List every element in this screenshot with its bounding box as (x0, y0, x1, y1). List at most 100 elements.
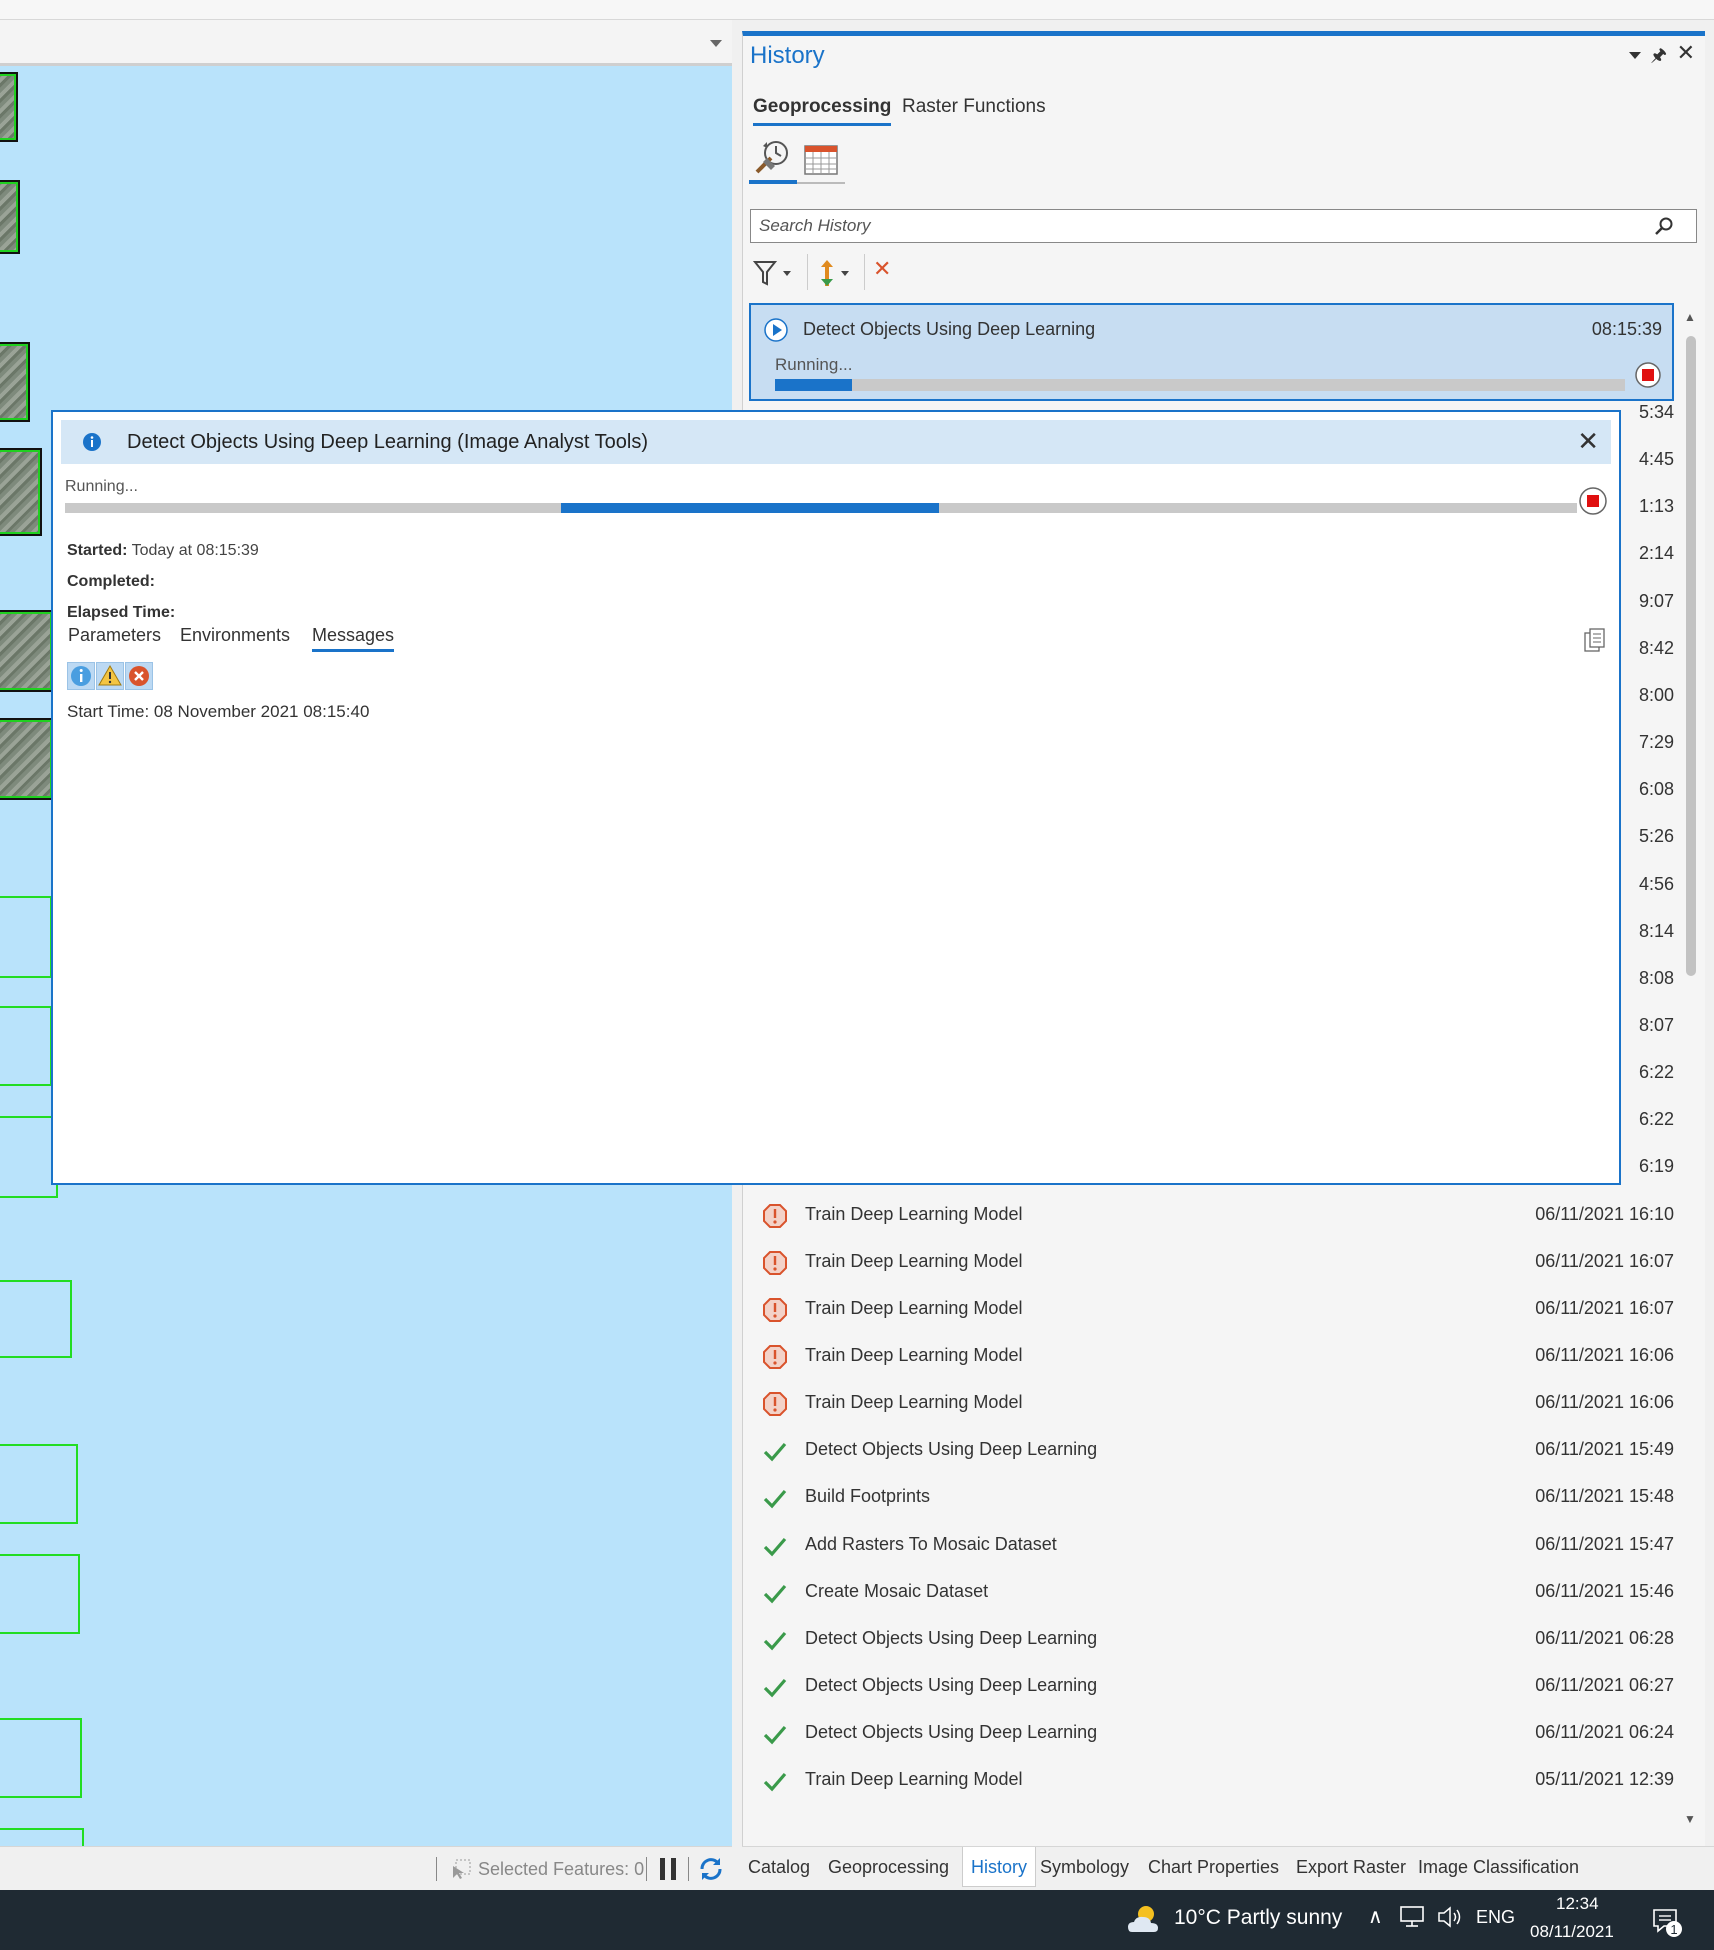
info-icon (71, 666, 91, 686)
dialog-progress-fill (560, 503, 939, 513)
tool-history-view-button[interactable] (749, 136, 797, 184)
history-item[interactable]: Train Deep Learning Model 06/11/2021 16:0… (750, 1285, 1682, 1332)
history-item[interactable]: Detect Objects Using Deep Learning 06/11/… (750, 1615, 1682, 1662)
history-item[interactable]: Train Deep Learning Model 06/11/2021 16:0… (750, 1379, 1682, 1426)
footprint-image[interactable] (0, 180, 20, 254)
footprint-image[interactable] (0, 342, 30, 422)
bottom-tab-history[interactable]: History (962, 1847, 1037, 1887)
bottom-tab-export-raster[interactable]: Export Raster (1296, 1857, 1406, 1878)
bottom-tab-geoprocessing[interactable]: Geoprocessing (828, 1857, 949, 1878)
history-item-time: 06/11/2021 15:47 (1535, 1533, 1674, 1554)
pane-title: History (750, 42, 825, 69)
footprint-outline[interactable] (0, 1280, 72, 1358)
footprint-image[interactable] (0, 718, 54, 800)
scroll-up-icon[interactable]: ▲ (1684, 310, 1696, 324)
clock-time[interactable]: 12:34 (1556, 1894, 1599, 1914)
footprint-outline[interactable] (0, 1444, 78, 1524)
pin-icon[interactable]: 🖈 (1650, 43, 1667, 73)
history-item[interactable]: Train Deep Learning Model 05/11/2021 12:3… (750, 1756, 1682, 1803)
divider (807, 254, 808, 290)
bottom-tab-image-classification[interactable]: Image Classification (1418, 1857, 1579, 1878)
success-check-icon (763, 1678, 787, 1698)
history-item[interactable]: Build Footprints 06/11/2021 15:48 (750, 1473, 1682, 1520)
tab-raster-functions[interactable]: Raster Functions (902, 96, 1046, 123)
search-icon[interactable] (1654, 216, 1674, 236)
history-item-name: Detect Objects Using Deep Learning (805, 1722, 1098, 1743)
bottom-tab-catalog[interactable]: Catalog (748, 1857, 810, 1878)
history-item[interactable]: Add Rasters To Mosaic Dataset 06/11/2021 … (750, 1521, 1682, 1568)
pane-menu-dropdown-icon[interactable] (1629, 52, 1641, 59)
scroll-thumb[interactable] (1686, 336, 1696, 976)
history-item[interactable]: Detect Objects Using Deep Learning 06/11/… (750, 1426, 1682, 1473)
close-dialog-icon[interactable]: ✕ (1577, 426, 1599, 457)
network-icon[interactable] (1398, 1904, 1428, 1930)
dialog-header: Detect Objects Using Deep Learning (Imag… (61, 420, 1611, 464)
footprint-outline[interactable] (0, 1828, 84, 1846)
bottom-tab-chart-properties[interactable]: Chart Properties (1148, 1857, 1279, 1878)
calendar-view-button[interactable] (797, 136, 845, 184)
windows-taskbar: 10°C Partly sunny ∧ ENG 12:34 08/11/2021… (0, 1890, 1714, 1950)
started-info: Started: Today at 08:15:39 (67, 542, 259, 560)
scroll-down-icon[interactable]: ▼ (1684, 1812, 1696, 1826)
sort-icon[interactable] (815, 258, 861, 288)
tab-parameters[interactable]: Parameters (68, 625, 161, 649)
footprint-image[interactable] (0, 72, 18, 142)
bottom-tab-symbology[interactable]: Symbology (1040, 1857, 1129, 1878)
refresh-icon[interactable] (697, 1855, 725, 1883)
dialog-progress-bar (65, 503, 1577, 513)
partly-sunny-icon[interactable] (1126, 1902, 1162, 1936)
history-item-name: Train Deep Learning Model (805, 1297, 1023, 1318)
search-history-input[interactable] (751, 210, 1631, 242)
show-hidden-icons-icon[interactable]: ∧ (1368, 1904, 1383, 1929)
history-item-time: 06/11/2021 15:46 (1535, 1580, 1674, 1601)
history-item[interactable]: Train Deep Learning Model 06/11/2021 16:0… (750, 1238, 1682, 1285)
notifications-icon[interactable]: 1 (1650, 1904, 1684, 1938)
history-item-time: 8:07 (1638, 1014, 1674, 1035)
selected-features-count: Selected Features: 0 (478, 1859, 645, 1879)
input-language[interactable]: ENG (1476, 1907, 1515, 1928)
info-messages-filter[interactable] (67, 662, 95, 690)
footprint-image[interactable] (0, 448, 42, 536)
volume-icon[interactable] (1436, 1904, 1464, 1930)
history-item-time: 6:22 (1638, 1062, 1674, 1083)
close-pane-icon[interactable]: ✕ (1677, 40, 1695, 66)
history-item[interactable]: Detect Objects Using Deep Learning 06/11/… (750, 1662, 1682, 1709)
history-item[interactable]: Detect Objects Using Deep Learning 06/11/… (750, 1709, 1682, 1756)
footprint-outline[interactable] (0, 1116, 58, 1198)
stop-icon[interactable] (1634, 361, 1662, 389)
footprint-outline[interactable] (0, 896, 52, 978)
history-item[interactable]: Create Mosaic Dataset 06/11/2021 15:46 (750, 1568, 1682, 1615)
warning-messages-filter[interactable] (96, 662, 124, 690)
footprint-outline[interactable] (0, 1554, 80, 1634)
pause-drawing-button[interactable] (660, 1858, 676, 1880)
clock-date[interactable]: 08/11/2021 (1530, 1922, 1614, 1942)
filter-icon[interactable] (753, 258, 799, 288)
history-item-time: 5:26 (1638, 826, 1674, 847)
history-item-time: 06/11/2021 15:48 (1535, 1486, 1674, 1507)
tab-environments[interactable]: Environments (180, 625, 290, 649)
clear-history-icon[interactable]: ✕ (873, 256, 891, 282)
stop-icon[interactable] (1578, 486, 1608, 516)
history-item-time: 7:29 (1638, 732, 1674, 753)
history-item-time: 06/11/2021 06:27 (1535, 1675, 1674, 1696)
footprint-outline[interactable] (0, 1718, 82, 1798)
tab-messages[interactable]: Messages (312, 625, 395, 652)
history-item[interactable]: Train Deep Learning Model 06/11/2021 16:0… (750, 1332, 1682, 1379)
error-messages-filter[interactable] (125, 662, 153, 690)
history-item-time: 06/11/2021 16:10 (1535, 1203, 1674, 1224)
weather-text[interactable]: 10°C Partly sunny (1174, 1906, 1342, 1930)
search-history-box (750, 209, 1697, 243)
history-item-running[interactable]: Detect Objects Using Deep Learning 08:15… (749, 303, 1674, 401)
error-icon (129, 666, 149, 686)
tab-geoprocessing[interactable]: Geoprocessing (753, 96, 892, 126)
success-check-icon (763, 1490, 787, 1509)
history-item[interactable]: Train Deep Learning Model 06/11/2021 16:1… (750, 1191, 1682, 1238)
footprint-outline[interactable] (0, 1006, 52, 1086)
play-running-icon (764, 318, 788, 342)
history-item-time: 8:00 (1638, 684, 1674, 705)
copy-messages-icon[interactable] (1583, 628, 1607, 654)
divider (864, 254, 865, 290)
map-view-dropdown-icon[interactable] (710, 40, 722, 47)
history-scrollbar[interactable]: ▲ ▼ (1680, 306, 1700, 1840)
footprint-image[interactable] (0, 610, 54, 692)
